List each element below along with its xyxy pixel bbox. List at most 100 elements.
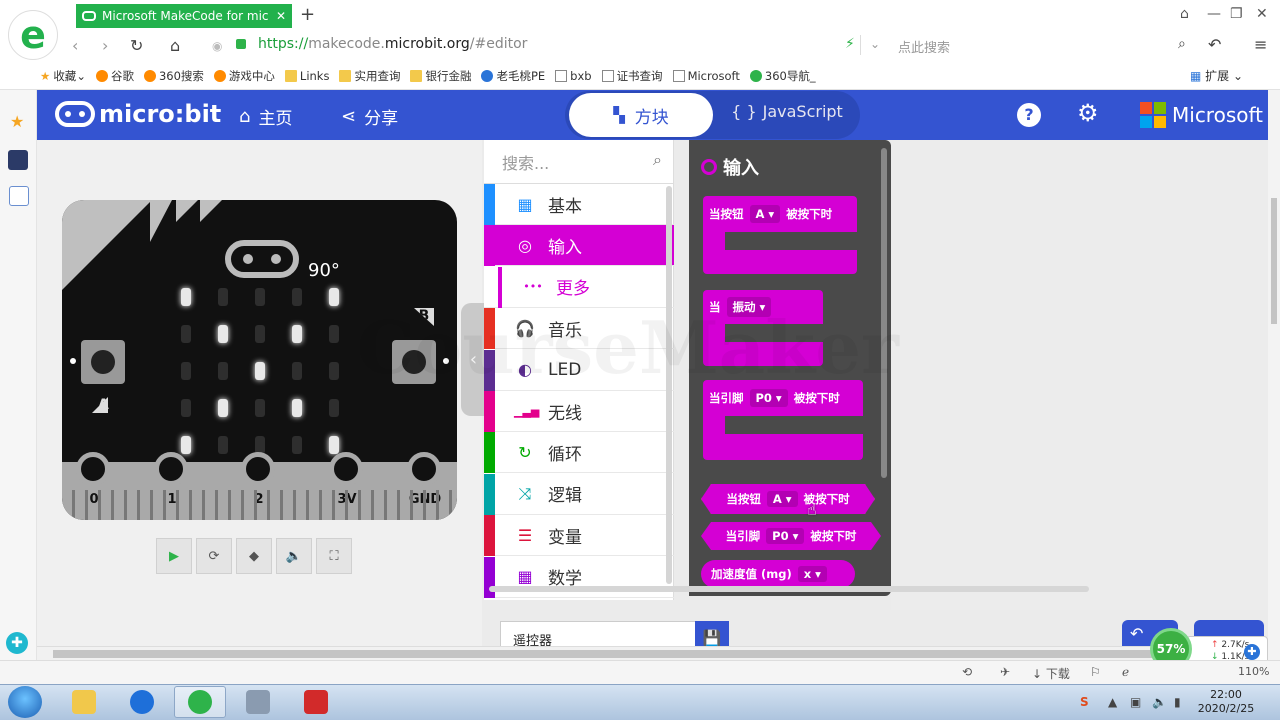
taskbar-k-app[interactable] [116, 686, 168, 718]
sound-icon[interactable]: 🔈 [276, 538, 312, 574]
system-clock[interactable]: 22:00 2020/2/25 [1196, 688, 1256, 716]
button-a[interactable] [81, 340, 125, 384]
share-button[interactable]: ⋖ 分享 [341, 104, 398, 129]
target-icon: ◎ [518, 235, 532, 255]
undo-close-tab-icon[interactable]: ↶ [1208, 35, 1221, 54]
forward-arrow-icon[interactable]: › [102, 36, 108, 55]
fullscreen-icon[interactable]: ⛶ [316, 538, 352, 574]
tab-javascript[interactable]: { } JavaScript [717, 102, 857, 121]
status-download[interactable]: ↓ 下载 [1032, 665, 1070, 682]
back-arrow-icon[interactable]: ‹ [72, 36, 78, 55]
browser-logo[interactable]: e [8, 10, 58, 60]
side-add-icon[interactable]: ✚ [6, 632, 28, 654]
tray-security-icon[interactable]: ▣ [1130, 695, 1141, 709]
block-pin-is-pressed[interactable]: 当引脚 P0 ▾ 被按下时 [701, 522, 881, 550]
toolbox-category[interactable]: ••• 更多 [484, 266, 674, 308]
toolbox-search-input[interactable]: 搜索... ⌕ [484, 140, 674, 184]
taskbar-explorer[interactable] [58, 686, 110, 718]
favorites-star-icon[interactable]: ★ [10, 112, 24, 131]
sogou-ime-icon[interactable]: S [1080, 695, 1089, 709]
home-label: 主页 [258, 109, 293, 129]
word-doc-icon[interactable] [9, 186, 29, 206]
status-ie-icon[interactable]: ℯ [1122, 665, 1129, 679]
toolbox-category[interactable]: ▁▃▅ 无线 [484, 391, 674, 432]
bookmark-item[interactable]: 老毛桃PE [481, 68, 545, 84]
bookmark-item[interactable]: 谷歌 [95, 68, 134, 84]
tab-close-icon[interactable]: ✕ [276, 9, 286, 23]
toolbox-category[interactable]: ▦ 基本 [484, 184, 674, 225]
toolbox-category[interactable]: ◎ 输入 [484, 225, 674, 267]
bookmark-item[interactable]: Microsoft [672, 69, 740, 83]
microbit-logo[interactable]: micro:bit [55, 100, 221, 128]
play-icon[interactable]: ▶ [156, 538, 192, 574]
browser-tab-active[interactable]: Microsoft MakeCode for mic ✕ [76, 4, 292, 28]
extensions-button[interactable]: ▦ 扩展 ⌄ [1190, 67, 1243, 84]
tab-blocks[interactable]: ▚ 方块 [569, 93, 713, 137]
refresh-icon[interactable]: ↻ [130, 36, 143, 55]
browser-search-input[interactable]: 点此搜索 [898, 37, 1170, 56]
toolbox-category[interactable]: ☰ 变量 [484, 515, 674, 557]
site-info-icon[interactable]: ◉ [212, 39, 222, 53]
lightning-icon[interactable]: ⚡ [845, 36, 855, 52]
blocks-workspace[interactable] [891, 140, 1280, 610]
taskbar-network-tool[interactable] [232, 686, 284, 718]
pin-0[interactable] [76, 452, 110, 486]
block-on-button-pressed[interactable]: 当按钮 A ▾ 被按下时 [703, 196, 857, 274]
bookmark-item[interactable]: 银行金融 [410, 68, 471, 84]
compass-heading[interactable]: 90° [308, 260, 340, 281]
block-button-is-pressed[interactable]: 当按钮 A ▾ 被按下时 [701, 484, 875, 514]
slow-motion-icon[interactable]: ◆ [236, 538, 272, 574]
help-icon[interactable]: ? [1017, 103, 1041, 127]
page-horizontal-scrollbar[interactable] [37, 646, 1267, 660]
notification-badge-icon[interactable]: ✚ [1244, 644, 1260, 660]
taskbar-browser[interactable] [174, 686, 226, 718]
skin-icon[interactable]: ⌂ [1180, 6, 1189, 22]
new-tab-button[interactable]: + [300, 4, 315, 25]
bookmark-item[interactable]: 证书查询 [601, 68, 663, 84]
block-acceleration[interactable]: 加速度值 (mg) x ▾ [701, 560, 855, 588]
microsoft-logo[interactable]: Microsoft [1140, 102, 1263, 128]
search-icon[interactable]: ⌕ [1178, 36, 1186, 52]
bookmark-item[interactable]: 实用查询 [339, 68, 400, 84]
pin-1[interactable] [154, 452, 188, 486]
led [329, 325, 339, 343]
search-engine-dropdown-icon[interactable]: ⌄ [870, 37, 880, 51]
flyout-title: 输入 [701, 154, 759, 180]
zoom-level[interactable]: 110% [1238, 665, 1269, 678]
minimize-icon[interactable]: — [1207, 6, 1221, 22]
microbit-favicon-icon [82, 11, 96, 21]
block-on-pin-pressed[interactable]: 当引脚 P0 ▾ 被按下时 [703, 380, 863, 460]
taskbar-coursemaker[interactable] [290, 686, 342, 718]
page-vertical-scrollbar[interactable] [1268, 90, 1280, 660]
workspace-horizontal-scrollbar[interactable] [489, 586, 1089, 592]
house-icon: ⌂ [239, 106, 251, 127]
bookmark-item[interactable]: bxb [555, 69, 592, 83]
home-icon[interactable]: ⌂ [170, 36, 180, 55]
course-app-icon[interactable] [8, 150, 28, 170]
start-button[interactable] [8, 686, 42, 718]
pin-3[interactable] [329, 452, 363, 486]
toolbox-category[interactable]: ⤨ 逻辑 [484, 473, 674, 515]
bookmark-item[interactable]: 360搜索 [143, 68, 204, 84]
status-pin-icon[interactable]: ✈ [1000, 665, 1010, 679]
toolbox-category[interactable]: ↻ 循环 [484, 432, 674, 474]
restart-icon[interactable]: ⟳ [196, 538, 232, 574]
status-refresh-icon[interactable]: ⟲ [962, 665, 972, 679]
pin-2[interactable] [241, 452, 275, 486]
gear-icon[interactable]: ⚙ [1077, 99, 1099, 127]
pin-4[interactable] [407, 452, 441, 486]
touch-logo-icon[interactable] [225, 240, 299, 278]
tray-volume-icon[interactable]: 🔈 [1152, 695, 1167, 709]
tray-network-icon[interactable]: ▮ [1174, 695, 1181, 709]
menu-icon[interactable]: ≡ [1254, 35, 1267, 54]
bookmark-item[interactable]: 360导航_ [749, 68, 816, 84]
url-field[interactable]: https://makecode.microbit.org/#editor [258, 36, 527, 52]
bookmark-item[interactable]: ★ 收藏 ⌄ [40, 68, 86, 84]
home-button[interactable]: ⌂ 主页 [239, 104, 292, 129]
tray-expand-icon[interactable]: ▲ [1108, 695, 1117, 709]
restore-icon[interactable]: ❐ [1230, 6, 1243, 22]
bookmark-item[interactable]: Links [284, 69, 329, 83]
close-window-icon[interactable]: ✕ [1256, 6, 1268, 22]
status-flag-icon[interactable]: ⚐ [1090, 665, 1101, 679]
bookmark-item[interactable]: 游戏中心 [213, 68, 275, 84]
